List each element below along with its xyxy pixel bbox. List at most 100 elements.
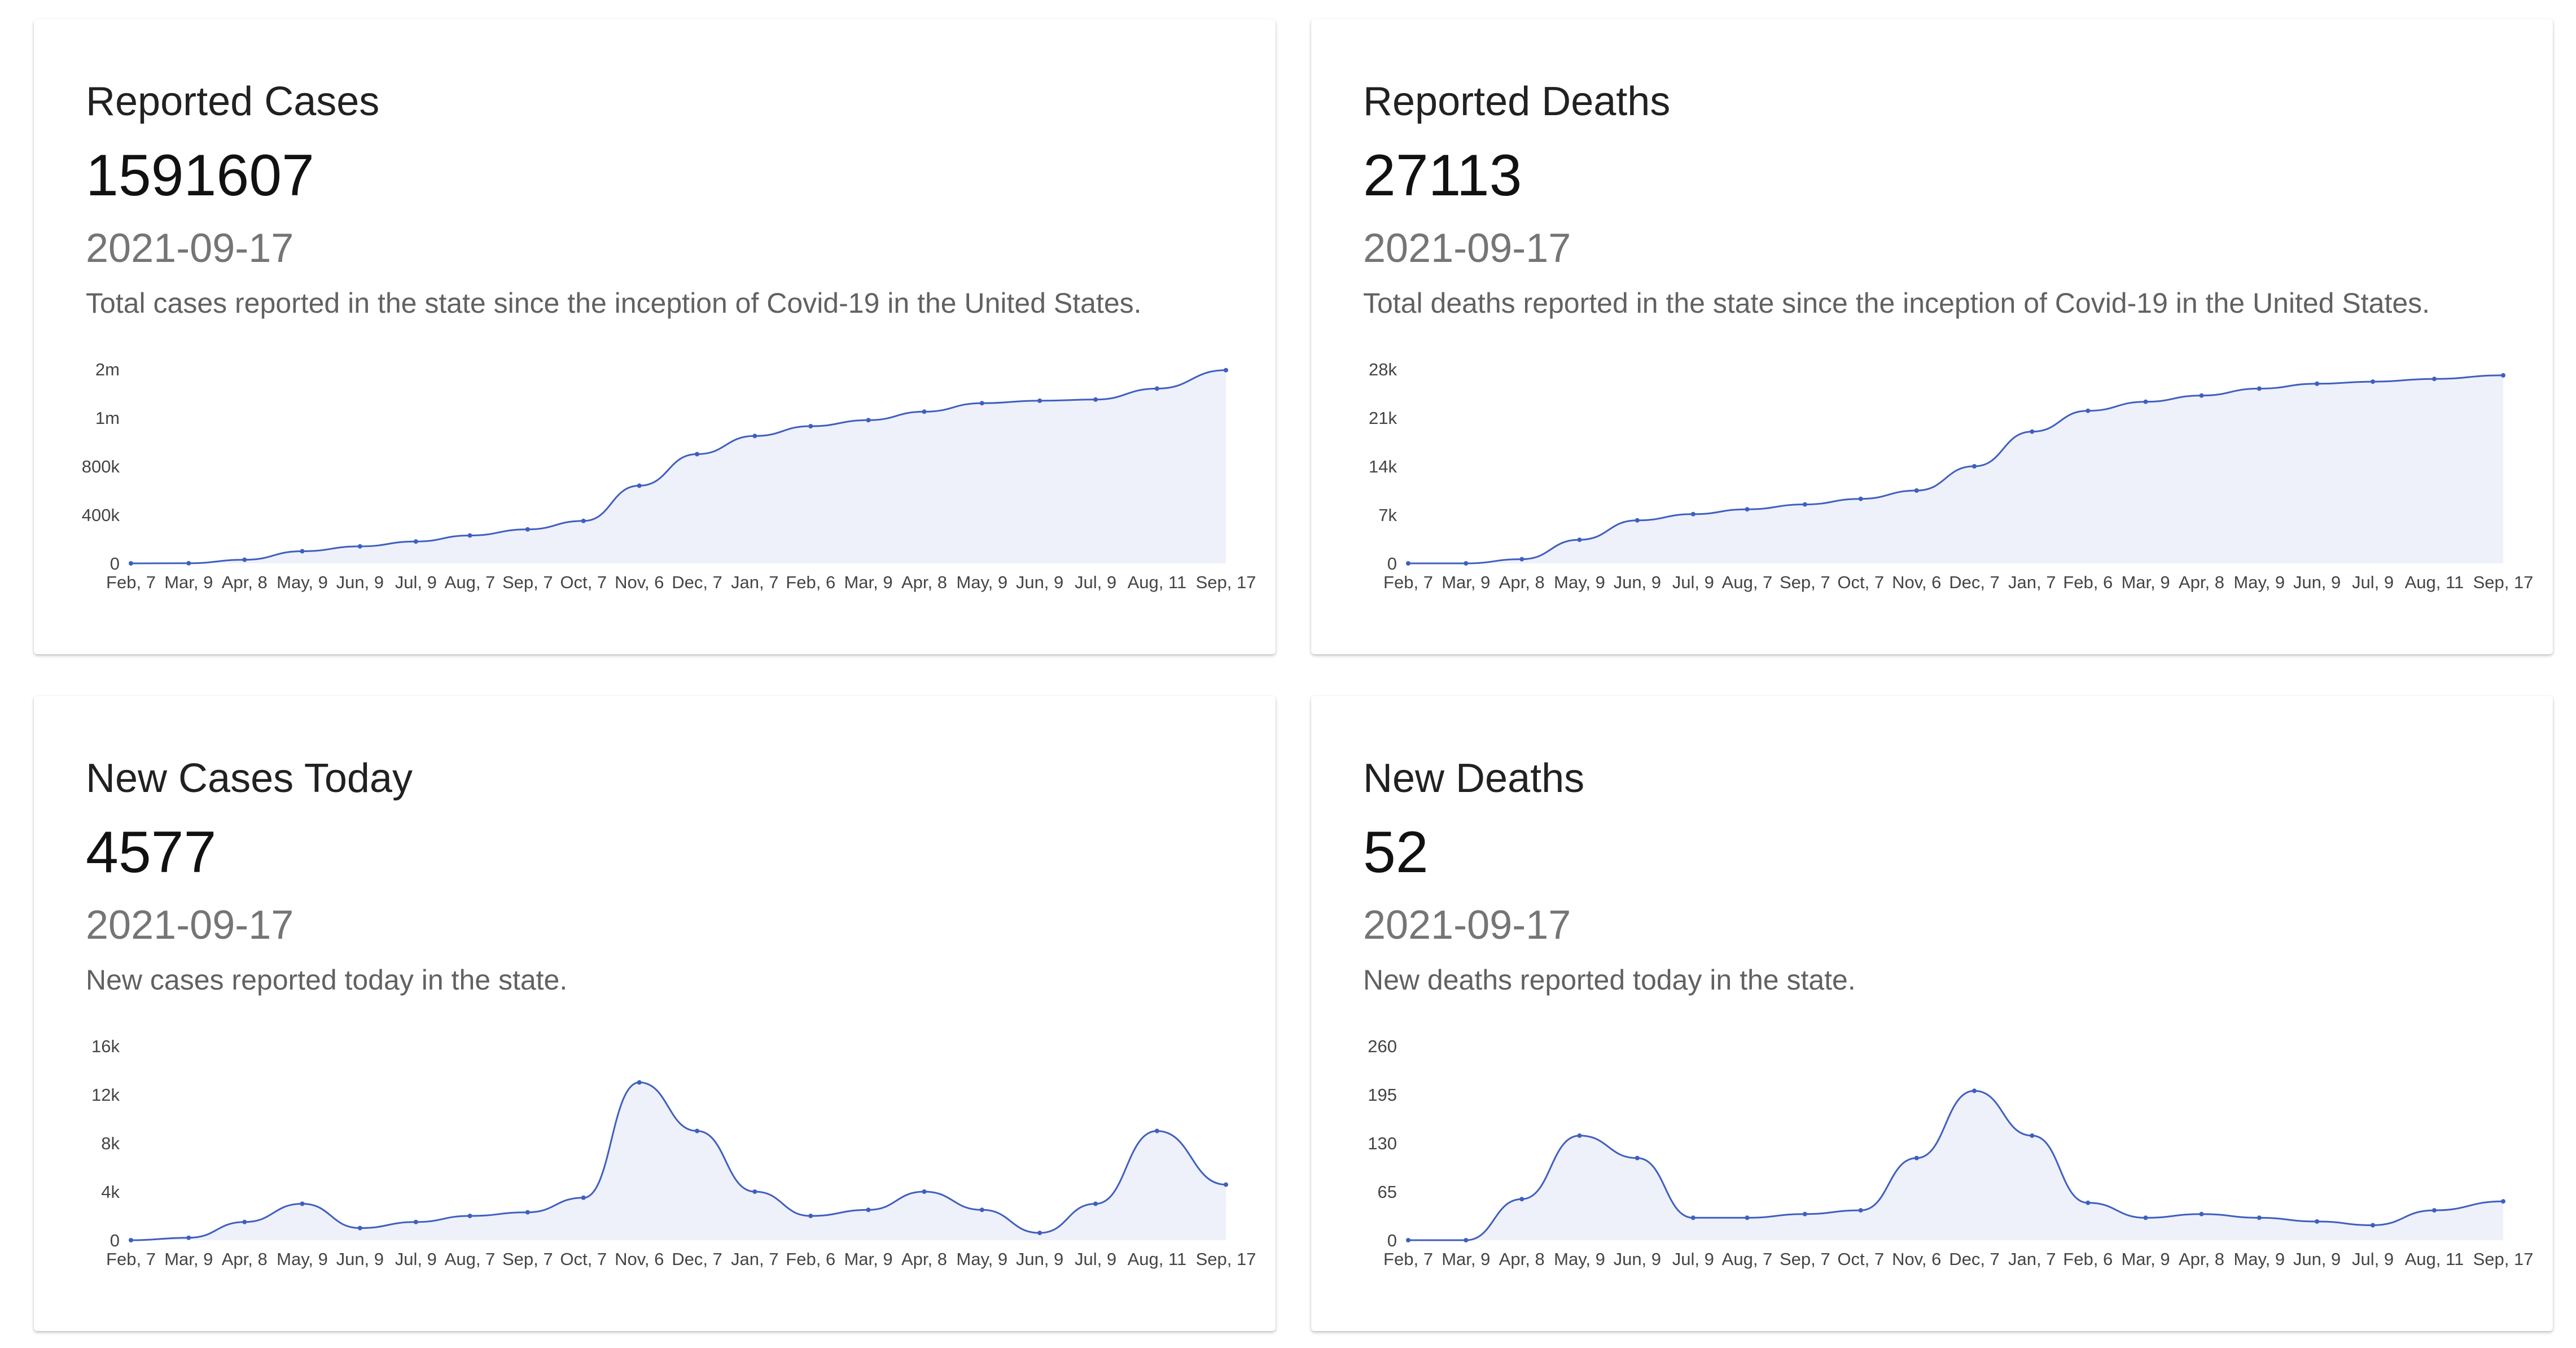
data-point <box>1577 537 1582 542</box>
dashboard-grid: Reported Cases 1591607 2021-09-17 Total … <box>0 0 2576 1348</box>
series-area <box>131 1082 1226 1240</box>
data-point <box>2030 429 2035 434</box>
x-tick-label: Mar, 9 <box>2121 1249 2170 1269</box>
card-title: Reported Deaths <box>1363 79 1671 124</box>
data-point <box>2371 379 2375 384</box>
x-tick-label: Nov, 6 <box>615 572 664 592</box>
x-tick-label: Jun, 9 <box>1016 572 1063 592</box>
x-tick-label: Feb, 7 <box>106 572 156 592</box>
card-value: 1591607 <box>86 143 314 208</box>
x-tick-label: Jun, 9 <box>1614 572 1661 592</box>
x-tick-label: Sep, 7 <box>502 572 553 592</box>
y-tick-label: 21k <box>1369 408 1397 428</box>
data-point <box>413 539 418 544</box>
x-tick-label: Jun, 9 <box>1016 1249 1063 1269</box>
card-date: 2021-09-17 <box>86 903 294 948</box>
y-tick-label: 195 <box>1368 1085 1397 1105</box>
x-tick-label: Oct, 7 <box>560 1249 607 1269</box>
x-tick-label: Oct, 7 <box>560 572 607 592</box>
x-tick-label: May, 9 <box>956 572 1007 592</box>
data-point <box>2086 408 2091 413</box>
data-point <box>752 1189 757 1194</box>
data-point <box>1464 1238 1469 1242</box>
x-tick-label: Apr, 8 <box>901 1249 947 1269</box>
y-tick-label: 14k <box>1369 457 1397 476</box>
data-point <box>979 1207 984 1213</box>
x-tick-label: Jul, 9 <box>2352 1249 2394 1269</box>
chart-reported-deaths: 0 7k 14k 21k 28k Feb, 7 Mar, 9 Apr, 8 May, 9 Jun,… <box>1369 360 2534 592</box>
data-point <box>1802 1211 1807 1216</box>
x-tick-label: Aug, 7 <box>1722 1249 1773 1269</box>
data-point <box>2143 399 2148 404</box>
x-tick-label: May, 9 <box>1554 1249 1605 1269</box>
x-tick-label: Apr, 8 <box>1499 1249 1545 1269</box>
x-tick-label: Jan, 7 <box>731 1249 778 1269</box>
data-point <box>637 483 642 488</box>
data-point <box>1690 1215 1696 1220</box>
data-point <box>1519 1197 1524 1202</box>
x-tick-label: Jan, 7 <box>2008 1249 2056 1269</box>
card-title: New Cases Today <box>86 756 413 801</box>
x-tick-label: Oct, 7 <box>1837 572 1884 592</box>
data-point <box>467 533 472 538</box>
data-point <box>525 527 530 532</box>
data-point <box>1858 1208 1863 1213</box>
x-tick-label: Aug, 7 <box>445 572 496 592</box>
y-tick-label: 8k <box>101 1133 120 1153</box>
data-point <box>2143 1215 2148 1220</box>
data-point <box>1037 398 1042 403</box>
data-point <box>413 1219 418 1224</box>
x-tick-label: Dec, 7 <box>672 572 722 592</box>
y-tick-label: 0 <box>1387 554 1397 574</box>
data-point <box>129 1238 133 1242</box>
x-tick-label: Apr, 8 <box>222 1249 268 1269</box>
data-point <box>866 1207 871 1213</box>
x-tick-label: Jan, 7 <box>2008 572 2056 592</box>
x-tick-label: Sep, 17 <box>1196 1249 1256 1269</box>
data-point <box>2257 1215 2262 1220</box>
x-tick-label: Sep, 17 <box>2473 572 2534 592</box>
x-tick-label: Apr, 8 <box>2179 572 2224 592</box>
x-tick-label: Mar, 9 <box>164 572 213 592</box>
x-tick-label: Apr, 8 <box>1499 572 1545 592</box>
data-point <box>1519 557 1524 562</box>
x-tick-label: Mar, 9 <box>844 1249 892 1269</box>
data-point <box>581 1195 586 1200</box>
data-point <box>1745 1215 1750 1220</box>
card-reported-deaths: Reported Deaths 27113 2021-09-17 Total d… <box>1311 19 2553 654</box>
x-tick-label: Dec, 7 <box>1949 572 2000 592</box>
y-tick-label: 16k <box>91 1036 120 1056</box>
card-title: Reported Cases <box>86 79 380 124</box>
series-area <box>1408 375 2503 563</box>
data-point <box>300 549 305 554</box>
x-tick-label: May, 9 <box>277 1249 328 1269</box>
x-tick-label: Aug, 11 <box>2405 572 2464 592</box>
data-point <box>2501 1199 2505 1204</box>
x-tick-label: Apr, 8 <box>222 572 268 592</box>
card-description: Total cases reported in the state since … <box>86 287 1142 319</box>
data-point <box>242 557 247 562</box>
x-tick-label: May, 9 <box>2233 572 2285 592</box>
x-tick-label: Sep, 7 <box>1780 1249 1830 1269</box>
chart-new-deaths: 0 65 130 195 260 Feb, 7 Mar, 9 Apr, 8 May, 9 Jun,… <box>1368 1036 2533 1269</box>
data-point <box>695 1128 699 1133</box>
chart-reported-cases: 0 400k 800k 1m 2m Feb, 7 Mar, 9 Apr, 8 May, 9 Jun… <box>82 360 1256 592</box>
data-point <box>2432 1208 2437 1213</box>
x-tick-label: Jun, 9 <box>2293 572 2341 592</box>
card-date: 2021-09-17 <box>86 226 294 271</box>
data-point <box>752 434 757 439</box>
card-value: 27113 <box>1363 143 1522 208</box>
data-point <box>979 401 984 406</box>
x-tick-label: Aug, 11 <box>1128 572 1187 592</box>
series-area <box>131 370 1226 563</box>
x-tick-label: Mar, 9 <box>1442 1249 1490 1269</box>
y-tick-label: 400k <box>82 505 120 525</box>
data-point <box>2315 381 2320 386</box>
data-point <box>186 561 191 566</box>
y-tick-label: 7k <box>1378 505 1397 525</box>
data-point <box>1972 464 1977 469</box>
data-point <box>922 1189 927 1194</box>
data-point <box>1914 1156 1919 1161</box>
y-tick-label: 130 <box>1368 1133 1397 1153</box>
data-point <box>1914 488 1919 493</box>
